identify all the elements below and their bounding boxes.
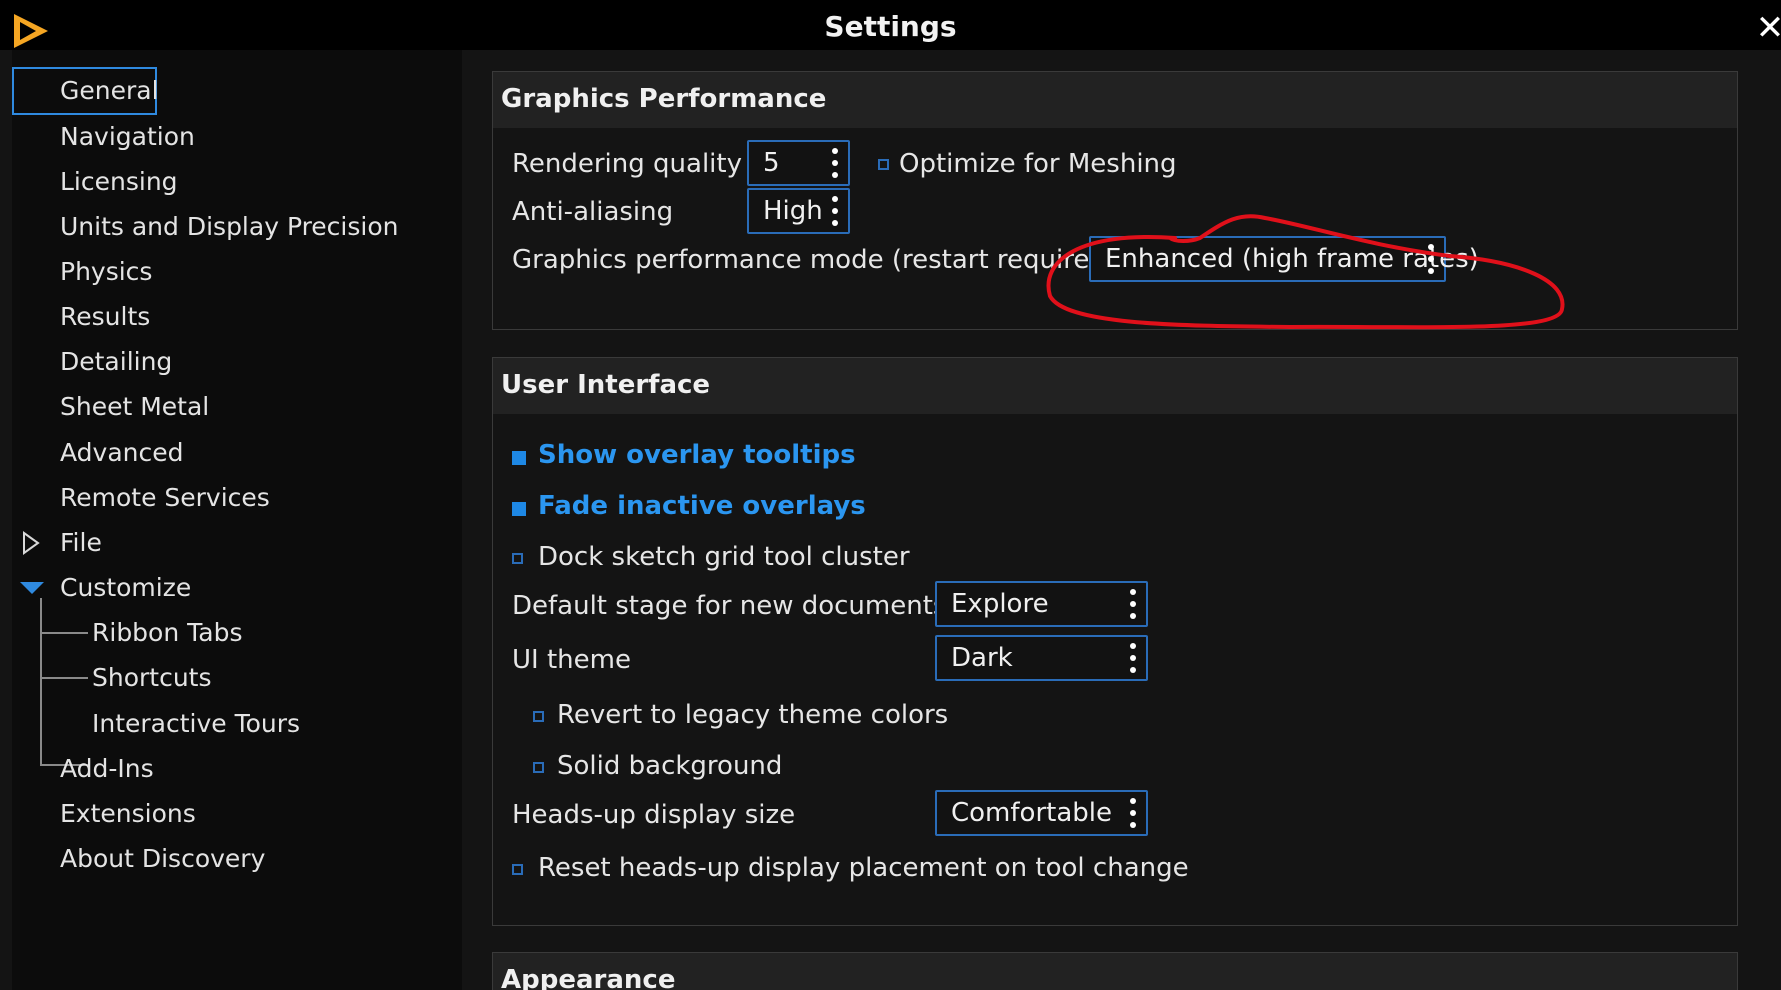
fade-inactive-overlays-label: Fade inactive overlays (538, 491, 866, 521)
more-vertical-icon (832, 148, 838, 178)
revert-legacy-colors-checkbox[interactable] (533, 711, 544, 722)
sidebar-item-licensing[interactable]: Licensing (12, 158, 412, 206)
default-stage-label: Default stage for new documents (512, 591, 947, 621)
dock-sketch-grid-label: Dock sketch grid tool cluster (538, 542, 910, 572)
anti-aliasing-select[interactable]: High (747, 188, 850, 234)
sidebar-item-results[interactable]: Results (12, 293, 412, 341)
sidebar-item-ribbon-tabs[interactable]: Ribbon Tabs (12, 609, 412, 657)
graphics-performance-section: Graphics Performance Rendering quality 5… (492, 71, 1738, 330)
settings-window: Settings ✕ General Navigation Licensing … (0, 6, 1781, 990)
sidebar-item-label: Extensions (60, 799, 196, 828)
title-bar: Settings ✕ (0, 6, 1781, 50)
show-overlay-tooltips-checkbox[interactable] (512, 451, 526, 465)
more-vertical-icon (1130, 589, 1136, 619)
close-icon[interactable]: ✕ (1752, 8, 1781, 48)
sidebar-item-interactive-tours[interactable]: Interactive Tours (12, 700, 412, 748)
more-vertical-icon (1130, 643, 1136, 673)
sidebar-item-label: Sheet Metal (60, 392, 210, 421)
sidebar-item-label: File (60, 528, 102, 557)
optimize-meshing-label: Optimize for Meshing (899, 149, 1177, 179)
ui-theme-select[interactable]: Dark (935, 635, 1148, 681)
sidebar-item-customize[interactable]: Customize (12, 564, 412, 612)
sidebar-item-label: Navigation (60, 122, 195, 151)
sidebar-item-remote-services[interactable]: Remote Services (12, 474, 412, 522)
sidebar-item-label: Interactive Tours (92, 709, 301, 738)
default-stage-select[interactable]: Explore (935, 581, 1148, 627)
reset-hud-placement-checkbox[interactable] (512, 864, 523, 875)
rendering-quality-label: Rendering quality (512, 149, 742, 179)
reset-hud-placement-label: Reset heads-up display placement on tool… (538, 853, 1189, 883)
sidebar-item-label: General (60, 76, 159, 105)
revert-legacy-colors-label: Revert to legacy theme colors (557, 700, 949, 730)
more-vertical-icon (1428, 244, 1434, 274)
sidebar-item-label: Licensing (60, 167, 178, 196)
select-value: High (763, 196, 823, 226)
sidebar-item-shortcuts[interactable]: Shortcuts (12, 654, 412, 702)
sidebar-item-about[interactable]: About Discovery (12, 835, 412, 883)
sidebar-item-general[interactable]: General (12, 67, 159, 115)
sidebar-item-label: Units and Display Precision (60, 212, 399, 241)
hud-size-select[interactable]: Comfortable (935, 790, 1148, 836)
sidebar-item-file[interactable]: File (12, 519, 412, 567)
sidebar-item-detailing[interactable]: Detailing (12, 338, 412, 386)
sidebar-item-sheet-metal[interactable]: Sheet Metal (12, 383, 412, 431)
section-header: Appearance (493, 953, 1737, 990)
settings-sidebar: General Navigation Licensing Units and D… (12, 50, 462, 990)
section-header: User Interface (493, 358, 1737, 414)
user-interface-section: User Interface Show overlay tooltips Fad… (492, 357, 1738, 926)
hud-size-label: Heads-up display size (512, 800, 796, 830)
solid-background-checkbox[interactable] (533, 762, 544, 773)
sidebar-item-label: About Discovery (60, 844, 266, 873)
more-vertical-icon (832, 196, 838, 226)
optimize-meshing-checkbox[interactable] (878, 159, 889, 170)
select-value: Dark (951, 643, 1013, 673)
sidebar-item-label: Advanced (60, 438, 184, 467)
sidebar-item-units[interactable]: Units and Display Precision (12, 203, 412, 251)
show-overlay-tooltips-label: Show overlay tooltips (538, 440, 856, 470)
sidebar-item-label: Results (60, 302, 151, 331)
dock-sketch-grid-checkbox[interactable] (512, 553, 523, 564)
sidebar-item-label: Ribbon Tabs (92, 618, 243, 647)
rendering-quality-select[interactable]: 5 (747, 140, 850, 186)
expand-arrow-icon[interactable] (20, 531, 44, 555)
sidebar-item-label: Remote Services (60, 483, 270, 512)
performance-mode-label: Graphics performance mode (restart requi… (512, 245, 1117, 275)
select-value: Explore (951, 589, 1049, 619)
section-header: Graphics Performance (493, 72, 1737, 128)
select-value: Enhanced (high frame rates) (1105, 244, 1479, 274)
select-value: Comfortable (951, 798, 1112, 828)
sidebar-item-physics[interactable]: Physics (12, 248, 412, 296)
sidebar-item-label: Physics (60, 257, 153, 286)
sidebar-item-extensions[interactable]: Extensions (12, 790, 412, 838)
solid-background-label: Solid background (557, 751, 783, 781)
anti-aliasing-label: Anti-aliasing (512, 197, 674, 227)
appearance-section: Appearance (492, 952, 1738, 990)
performance-mode-select[interactable]: Enhanced (high frame rates) (1089, 236, 1479, 282)
sidebar-item-label: Customize (60, 573, 192, 602)
fade-inactive-overlays-checkbox[interactable] (512, 502, 526, 516)
sidebar-item-navigation[interactable]: Navigation (12, 113, 412, 161)
sidebar-item-add-ins[interactable]: Add-Ins (12, 745, 412, 793)
sidebar-item-advanced[interactable]: Advanced (12, 429, 412, 477)
ui-theme-label: UI theme (512, 645, 631, 675)
sidebar-item-label: Detailing (60, 347, 173, 376)
collapse-arrow-icon[interactable] (20, 576, 44, 600)
settings-content: Graphics Performance Rendering quality 5… (462, 50, 1781, 990)
sidebar-item-label: Shortcuts (92, 663, 212, 692)
more-vertical-icon (1130, 798, 1136, 828)
select-value: 5 (763, 148, 780, 178)
sidebar-item-label: Add-Ins (60, 754, 154, 783)
window-title: Settings (824, 10, 957, 43)
